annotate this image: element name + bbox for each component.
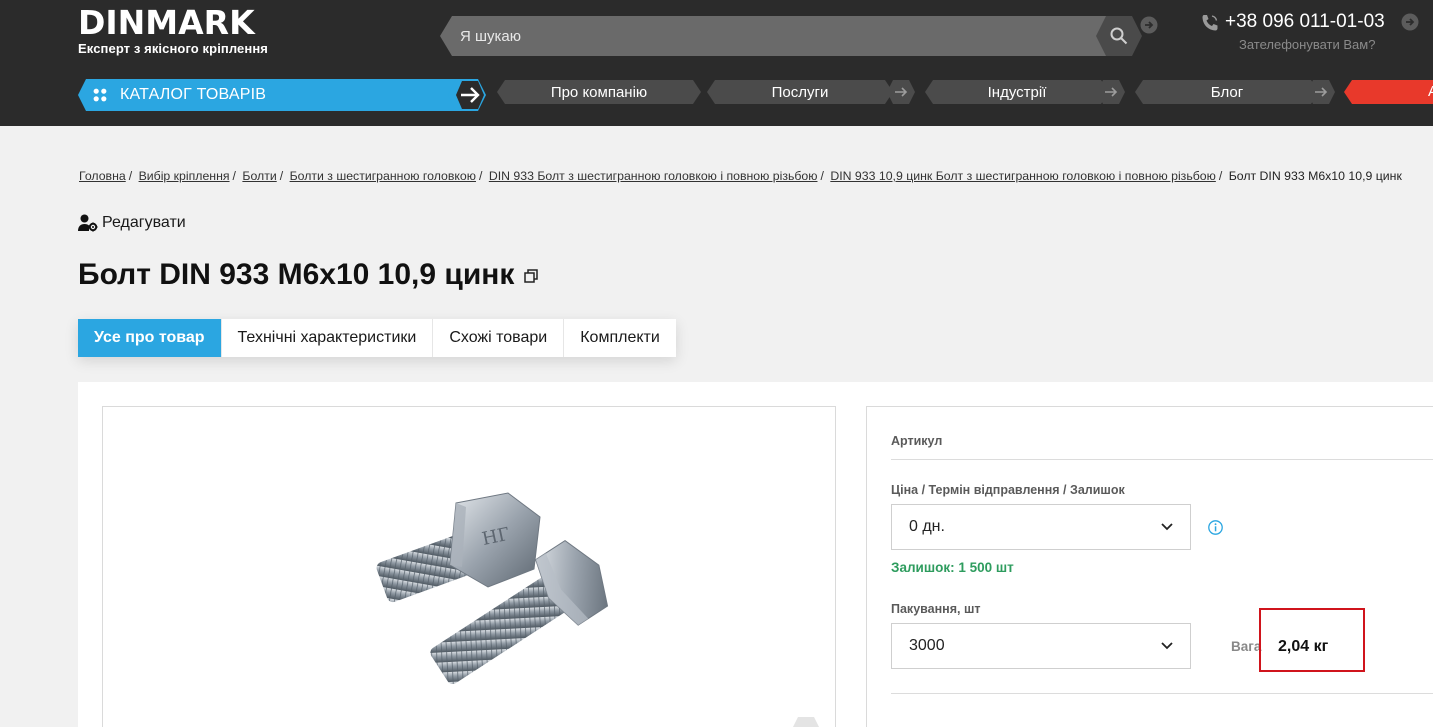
chevron-down-icon: [1161, 523, 1173, 531]
search-arrow-icon[interactable]: [1140, 16, 1158, 34]
stock-status: Залишок: 1 500 шт: [891, 560, 1014, 575]
edit-link[interactable]: Редагувати: [78, 214, 186, 232]
packing-select[interactable]: 3000: [891, 623, 1191, 669]
term-select[interactable]: 0 дн.: [891, 504, 1191, 550]
phone-arrow-icon[interactable]: [1401, 13, 1419, 31]
catalog-label: КАТАЛОГ ТОВАРІВ: [120, 86, 267, 103]
zoom-icon[interactable]: [793, 717, 819, 727]
info-icon[interactable]: [1208, 520, 1223, 535]
tab-overview[interactable]: Усе про товар: [78, 319, 222, 357]
chevron-down-icon: [1161, 642, 1173, 650]
main-nav: КАТАЛОГ ТОВАРІВ Про компанію Послуги Інд…: [0, 79, 1433, 111]
product-content: НГ Артикул Ціна / Термін відправлення / …: [78, 382, 1433, 727]
arrow-right-icon: [1314, 85, 1328, 99]
weight-label: Вага: [1231, 639, 1262, 654]
arrow-right-icon: [1104, 85, 1118, 99]
nav-item-services[interactable]: Послуги: [707, 80, 893, 104]
tab-specifications[interactable]: Технічні характеристики: [221, 319, 434, 357]
copy-icon[interactable]: [524, 269, 539, 283]
nav-item-industries[interactable]: Індустрії: [925, 80, 1109, 104]
arrow-right-icon: [461, 87, 480, 103]
packing-label: Пакування, шт: [891, 602, 981, 616]
breadcrumb-link[interactable]: Болти з шестигранною головкою: [290, 169, 476, 183]
divider: [891, 459, 1433, 460]
term-select-value: 0 дн.: [909, 518, 945, 535]
nav-item-about[interactable]: Про компанію: [497, 80, 701, 104]
arrow-right-icon: [894, 85, 908, 99]
tab-kits[interactable]: Комплекти: [564, 319, 676, 357]
search-box: [440, 16, 1158, 56]
breadcrumb-current: Болт DIN 933 М6х10 10,9 цинк: [1228, 169, 1402, 183]
nav-item-promo[interactable]: А: [1344, 80, 1433, 104]
product-image-box: НГ: [102, 406, 836, 727]
logo-tagline: Експерт з якісного кріплення: [78, 41, 268, 56]
breadcrumb-link[interactable]: Вибір кріплення: [139, 169, 230, 183]
search-input[interactable]: [460, 16, 1080, 56]
site-header: DINMARK Експерт з якісного кріплення +38…: [0, 0, 1433, 126]
product-info-panel: Артикул Ціна / Термін відправлення / Зал…: [866, 406, 1433, 727]
product-title: Болт DIN 933 М6х10 10,9 цинк: [78, 258, 515, 291]
breadcrumb-link[interactable]: Головна: [79, 169, 126, 183]
nav-item-label: Про компанію: [550, 83, 648, 101]
price-term-label: Ціна / Термін відправлення / Залишок: [891, 483, 1125, 497]
product-image[interactable]: НГ: [358, 487, 638, 687]
catalog-button[interactable]: КАТАЛОГ ТОВАРІВ: [78, 79, 486, 111]
breadcrumb-link[interactable]: DIN 933 10,9 цинк Болт з шестигранною го…: [830, 169, 1216, 183]
packing-select-value: 3000: [909, 637, 945, 654]
tab-similar[interactable]: Схожі товари: [433, 319, 565, 357]
breadcrumb: Головна / Вибір кріплення / Болти / Болти з…: [79, 169, 1402, 183]
nav-services-arrow[interactable]: [887, 80, 915, 104]
callback-link[interactable]: Зателефонувати Вам?: [1239, 37, 1375, 52]
nav-item-label: Індустрії: [987, 83, 1047, 101]
user-gear-icon: [78, 214, 98, 232]
nav-item-label: Послуги: [771, 83, 829, 101]
breadcrumb-link[interactable]: DIN 933 Болт з шестигранною головкою і п…: [489, 169, 818, 183]
search-icon: [1110, 27, 1128, 45]
divider: [891, 693, 1433, 694]
logo-text: DINMARK: [78, 3, 255, 42]
logo[interactable]: DINMARK Експерт з якісного кріплення: [78, 3, 268, 57]
edit-label: Редагувати: [102, 214, 186, 231]
phone-number[interactable]: +38 096 011-01-03: [1225, 11, 1385, 33]
highlight-box: [1259, 608, 1365, 672]
phone-icon: [1202, 15, 1218, 31]
product-tabs: Усе про товар Технічні характеристики Сх…: [78, 319, 676, 357]
article-label: Артикул: [891, 434, 943, 448]
nav-item-blog[interactable]: Блог: [1135, 80, 1319, 104]
nav-item-label: Блог: [1210, 83, 1244, 101]
grid-icon: [93, 88, 107, 102]
breadcrumb-link[interactable]: Болти: [242, 169, 276, 183]
page-title: Болт DIN 933 М6х10 10,9 цинк: [78, 258, 539, 292]
